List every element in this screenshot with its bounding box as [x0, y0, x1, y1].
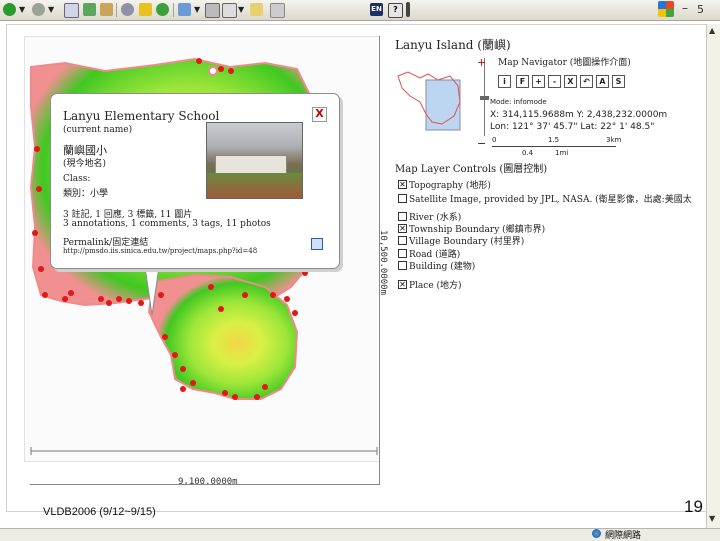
- scroll-down-icon[interactable]: ▼: [709, 514, 715, 523]
- horizontal-scale-line: [30, 484, 380, 485]
- internet-zone-icon: [592, 529, 601, 538]
- media-icon[interactable]: [156, 3, 169, 16]
- layer-label-place: Place (地方): [409, 281, 462, 291]
- info-popup: Lanyu Elementary School X (current name)…: [50, 93, 340, 269]
- forward-icon[interactable]: [32, 3, 45, 16]
- back-icon[interactable]: [3, 3, 16, 16]
- layer-label-topography: Topography (地形): [409, 181, 491, 191]
- search-icon[interactable]: [121, 3, 134, 16]
- home-icon[interactable]: [100, 3, 113, 16]
- popup-title: Lanyu Elementary School: [63, 109, 220, 123]
- clear-button[interactable]: X: [564, 75, 577, 88]
- folder-icon[interactable]: [250, 3, 263, 16]
- status-zone-text: 網際網路: [605, 530, 642, 540]
- layer-checkbox-road[interactable]: [398, 249, 407, 258]
- layer-checkbox-topography[interactable]: ✕: [398, 180, 407, 189]
- overview-map[interactable]: [394, 66, 468, 136]
- restore-icon[interactable]: 5: [697, 3, 704, 16]
- vertical-scrollbar[interactable]: ▲ ▼: [706, 24, 720, 530]
- mode-text: Mode: infomode: [490, 98, 547, 106]
- mini-scale-tick-4: 1mi: [555, 149, 569, 157]
- zoom-in-button[interactable]: +: [532, 75, 545, 88]
- layer-checkbox-river[interactable]: [398, 212, 407, 221]
- navigator-title: Map Navigator (地圖操作介面): [498, 58, 631, 68]
- zoom-in-icon[interactable]: +: [477, 56, 486, 69]
- stats-en: 3 annotations, 1 comments, 3 tags, 11 ph…: [63, 219, 271, 229]
- layer-label-village: Village Boundary (村里界): [409, 237, 525, 247]
- minimize-icon[interactable]: –: [682, 1, 688, 15]
- mail-icon[interactable]: [178, 3, 191, 16]
- current-name-label: (current name): [63, 125, 133, 135]
- class-label: Class:: [63, 174, 91, 184]
- info-mode-button[interactable]: i: [498, 75, 511, 88]
- zoom-slider-thumb[interactable]: [480, 96, 489, 100]
- ground-shape: [207, 173, 302, 198]
- layer-label-building: Building (建物): [409, 262, 476, 272]
- toolbar-grip-icon: [406, 2, 410, 17]
- scroll-up-icon[interactable]: ▲: [709, 26, 715, 35]
- browser-toolbar: ▼ ▼ ▼ ▼ EN ? – 5: [0, 0, 720, 21]
- undo-button[interactable]: ↶: [580, 75, 593, 88]
- coords-lonlat: Lon: 121° 37' 45.7" Lat: 22° 1' 48.5": [490, 122, 655, 132]
- slide-number: 19: [684, 497, 703, 516]
- translate-icon[interactable]: EN: [370, 3, 383, 16]
- mini-scale-tick-0: 0: [492, 136, 497, 144]
- layer-label-satellite: Satellite Image, provided by JPL, NASA. …: [409, 195, 692, 205]
- edit-dropdown-icon[interactable]: ▼: [238, 5, 244, 14]
- layer-checkbox-township[interactable]: ✕: [398, 224, 407, 233]
- slide-footer: VLDB2006 (9/12~9/15): [43, 506, 156, 518]
- permalink-url[interactable]: http://pmsdo.iis.sinica.edu.tw/project/m…: [63, 247, 257, 255]
- coords-xy: X: 314,115.9688m Y: 2,438,232.0000m: [490, 110, 668, 120]
- zoom-out-icon[interactable]: −: [477, 137, 486, 150]
- favorites-icon[interactable]: [139, 3, 152, 16]
- edit-icon[interactable]: [222, 3, 237, 18]
- back-dropdown-icon[interactable]: ▼: [19, 5, 25, 14]
- building-shape: [215, 155, 287, 175]
- chinese-name-label: (現今地名): [63, 159, 107, 169]
- print-icon[interactable]: [205, 3, 220, 18]
- annotate-button[interactable]: A: [596, 75, 609, 88]
- open-link-icon[interactable]: [311, 238, 323, 250]
- forward-dropdown-icon[interactable]: ▼: [48, 5, 54, 14]
- layer-checkbox-village[interactable]: [398, 236, 407, 245]
- mail-dropdown-icon[interactable]: ▼: [194, 5, 200, 14]
- layers-title: Map Layer Controls (圖層控制): [395, 164, 548, 175]
- layer-checkbox-place[interactable]: ✕: [398, 280, 407, 289]
- refresh-icon[interactable]: [83, 3, 96, 16]
- layer-checkbox-building[interactable]: [398, 261, 407, 270]
- search-button[interactable]: S: [612, 75, 625, 88]
- mini-scale-tick-1: 1.5: [548, 136, 560, 144]
- islet: [208, 66, 218, 76]
- layer-checkbox-satellite[interactable]: [398, 194, 407, 203]
- messenger-icon[interactable]: [270, 3, 285, 18]
- zoom-out-button[interactable]: -: [548, 75, 561, 88]
- full-extent-button[interactable]: F: [516, 75, 529, 88]
- help-icon[interactable]: ?: [388, 3, 403, 18]
- map-title: Lanyu Island (蘭嶼): [395, 38, 511, 52]
- stop-icon[interactable]: [64, 3, 79, 18]
- windows-logo-icon: [658, 1, 674, 17]
- close-icon[interactable]: X: [312, 107, 327, 122]
- mini-scale-line: [492, 146, 616, 147]
- popup-pointer: [143, 260, 161, 316]
- vertical-scale-label: 10,500.0000m: [378, 230, 388, 296]
- horizontal-scale-label: 9,100.0000m: [176, 477, 240, 487]
- mini-scale-tick-3: 0.4: [522, 149, 534, 157]
- school-photo[interactable]: [206, 122, 303, 199]
- mini-scale-tick-2: 3km: [606, 136, 622, 144]
- class-value: 類別：小學: [63, 189, 109, 199]
